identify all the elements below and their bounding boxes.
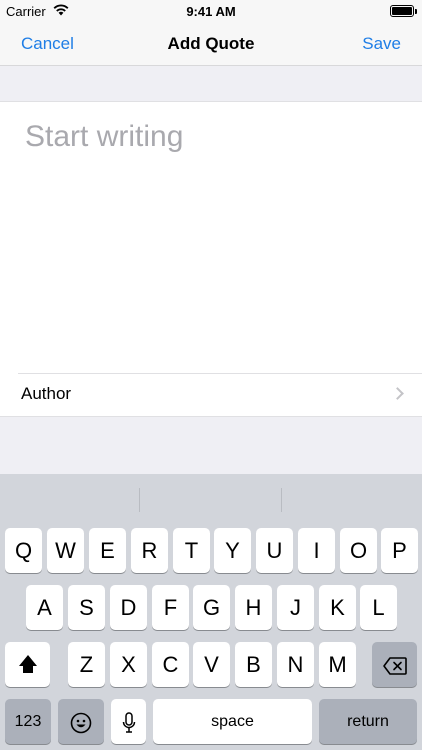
key-g[interactable]: G (193, 585, 230, 630)
quote-text-input[interactable] (25, 120, 405, 360)
quote-form: Author (0, 101, 422, 417)
keyboard: Q W E R T Y U I O P A S D F G H J K L Z … (0, 474, 422, 750)
key-p[interactable]: P (381, 528, 418, 573)
key-q[interactable]: Q (5, 528, 42, 573)
shift-key[interactable] (5, 642, 50, 687)
suggestion-bar (0, 474, 422, 519)
key-o[interactable]: O (340, 528, 377, 573)
key-i[interactable]: I (298, 528, 335, 573)
key-a[interactable]: A (26, 585, 63, 630)
numbers-key[interactable]: 123 (5, 699, 51, 744)
status-bar: Carrier 9:41 AM (0, 0, 422, 22)
author-label: Author (21, 384, 72, 403)
key-l[interactable]: L (360, 585, 397, 630)
key-r[interactable]: R (131, 528, 168, 573)
key-n[interactable]: N (277, 642, 314, 687)
key-h[interactable]: H (235, 585, 272, 630)
space-key[interactable]: space (153, 699, 312, 744)
key-t[interactable]: T (173, 528, 210, 573)
page-title: Add Quote (167, 34, 255, 53)
key-x[interactable]: X (110, 642, 147, 687)
key-u[interactable]: U (256, 528, 293, 573)
key-e[interactable]: E (89, 528, 126, 573)
delete-key[interactable] (372, 642, 417, 687)
navigation-bar: Cancel Add Quote Save (0, 22, 422, 66)
key-f[interactable]: F (152, 585, 189, 630)
emoji-key[interactable] (58, 699, 104, 744)
row-divider (18, 373, 422, 374)
suggestion-divider (281, 488, 282, 512)
key-c[interactable]: C (152, 642, 189, 687)
key-d[interactable]: D (110, 585, 147, 630)
key-y[interactable]: Y (214, 528, 251, 573)
emoji-icon (70, 712, 92, 734)
status-time: 9:41 AM (186, 4, 236, 19)
chevron-right-icon (391, 387, 404, 400)
key-z[interactable]: Z (68, 642, 105, 687)
return-key[interactable]: return (319, 699, 417, 744)
key-s[interactable]: S (68, 585, 105, 630)
shift-arrow-icon (17, 655, 39, 677)
key-v[interactable]: V (193, 642, 230, 687)
suggestion-divider (139, 488, 140, 512)
backspace-icon (382, 657, 407, 675)
key-w[interactable]: W (47, 528, 84, 573)
key-b[interactable]: B (235, 642, 272, 687)
author-row[interactable]: Author (0, 373, 422, 417)
dictation-key[interactable] (111, 699, 146, 744)
key-j[interactable]: J (277, 585, 314, 630)
key-k[interactable]: K (319, 585, 356, 630)
microphone-icon (122, 712, 135, 733)
battery-icon (390, 5, 417, 17)
key-m[interactable]: M (319, 642, 356, 687)
save-button[interactable]: Save (362, 34, 401, 54)
